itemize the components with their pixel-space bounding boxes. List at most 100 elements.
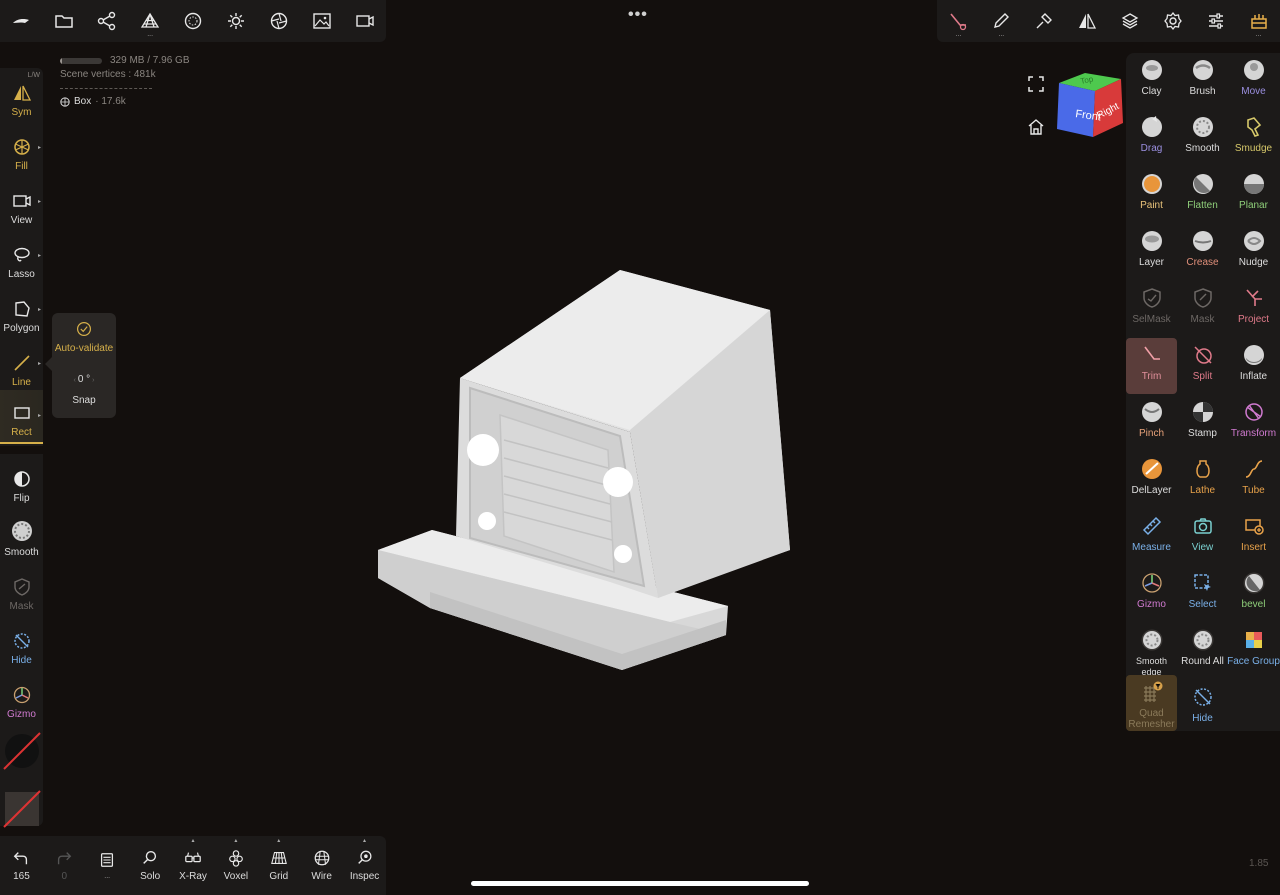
tool-drag[interactable]: Drag [1126, 110, 1177, 166]
tool-tube[interactable]: Tube [1228, 452, 1279, 508]
tool-selmask[interactable]: SelMask [1126, 281, 1177, 337]
xray-button[interactable]: ▴ X-Ray [172, 836, 215, 895]
tool-lathe[interactable]: Lathe [1177, 452, 1228, 508]
tool-flatten[interactable]: Flatten [1177, 167, 1228, 223]
tool-nudge[interactable]: Nudge [1228, 224, 1279, 280]
tool-trim[interactable]: Trim [1126, 338, 1177, 394]
tool-dellayer[interactable]: DelLayer [1126, 452, 1177, 508]
tool-crease[interactable]: Crease [1177, 224, 1228, 280]
flip-button[interactable]: Flip [0, 454, 43, 508]
sliders-button[interactable] [1194, 0, 1237, 42]
layers-button[interactable] [1109, 0, 1152, 42]
check-circle-icon[interactable] [76, 321, 92, 337]
tool-gizmo[interactable]: Gizmo [1126, 566, 1177, 622]
tool-measure[interactable]: Measure [1126, 509, 1177, 565]
hide-button[interactable]: Hide [0, 616, 43, 670]
camera-button[interactable] [343, 0, 386, 42]
tool-split[interactable]: Split [1177, 338, 1228, 394]
rect-button[interactable]: Rect ▸ [0, 390, 43, 444]
tool-smooth[interactable]: Smooth [1177, 110, 1228, 166]
more-options-icon[interactable]: ••• [628, 6, 648, 24]
interface-button[interactable]: ... [1237, 0, 1280, 42]
tool-quad-remesher[interactable]: Quad Remesher [1126, 675, 1177, 731]
fill-button[interactable]: Fill ▸ [0, 122, 43, 176]
material-button[interactable] [172, 0, 215, 42]
inspect-button[interactable]: ▴ Inspec [343, 836, 386, 895]
tool-pinch[interactable]: Pinch [1126, 395, 1177, 451]
polygon-button[interactable]: Polygon ▸ [0, 284, 43, 338]
auto-validate-label[interactable]: Auto-validate [55, 343, 113, 354]
light-button[interactable] [214, 0, 257, 42]
stroke-button[interactable] [1023, 0, 1066, 42]
lasso-button[interactable]: Lasso ▸ [0, 230, 43, 284]
tool-move[interactable]: Move [1228, 53, 1279, 109]
tool-planar[interactable]: Planar [1228, 167, 1279, 223]
solo-button[interactable]: Solo [129, 836, 172, 895]
mask-button[interactable]: Mask [0, 562, 43, 616]
layers-list-button[interactable]: ... [86, 836, 129, 895]
tool-brush[interactable]: Brush [1177, 53, 1228, 109]
symmetry-icon [1079, 13, 1097, 29]
color-swatch-button[interactable] [0, 724, 43, 778]
redo-button[interactable]: 0 [43, 836, 86, 895]
camera-icon [12, 195, 31, 207]
object-row[interactable]: Box · 17.6k [60, 95, 190, 109]
hide-icon [13, 633, 30, 649]
grid-button[interactable]: ▴ Grid [257, 836, 300, 895]
scene-button[interactable] [86, 0, 129, 42]
view-cube[interactable]: Front Right Top [1055, 71, 1125, 139]
line-button[interactable]: Line ▸ [0, 338, 43, 392]
tool-clay[interactable]: Clay [1126, 53, 1177, 109]
symmetry-button[interactable] [1066, 0, 1109, 42]
tool-bevel[interactable]: bevel [1228, 566, 1279, 622]
tool-project[interactable]: Project [1228, 281, 1279, 337]
layer-brush-icon [1141, 231, 1162, 251]
polygon-icon [14, 301, 30, 317]
tool-transform[interactable]: Transform [1228, 395, 1279, 451]
tool-smudge[interactable]: Smudge [1228, 110, 1279, 166]
file-button[interactable] [43, 0, 86, 42]
current-tool-button[interactable]: ... [937, 0, 980, 42]
gizmo-button[interactable]: Gizmo [0, 670, 43, 724]
tool-insert[interactable]: Insert [1228, 509, 1279, 565]
grid-up-icon: ▴ [277, 838, 281, 844]
pen-button[interactable]: ... [980, 0, 1023, 42]
material-swatch-button[interactable] [0, 782, 43, 836]
top-left-toolbar: ... [0, 0, 386, 42]
topology-button[interactable]: ... [129, 0, 172, 42]
sym-button[interactable]: L/W Sym [0, 68, 43, 122]
tool-round-all[interactable]: Round All [1177, 623, 1228, 679]
home-icon[interactable] [1026, 117, 1046, 137]
background-button[interactable] [300, 0, 343, 42]
tool-stamp[interactable]: Stamp [1177, 395, 1228, 451]
tool-layer[interactable]: Layer [1126, 224, 1177, 280]
mask-label: Mask [9, 601, 34, 612]
tool-paint[interactable]: Paint [1126, 167, 1177, 223]
stats-divider [60, 88, 152, 89]
tool-view[interactable]: View [1177, 509, 1228, 565]
undo-button[interactable]: 165 [0, 836, 43, 895]
smooth-label: Smooth [4, 547, 39, 558]
tool-inflate[interactable]: Inflate [1228, 338, 1279, 394]
gizmo-label: Gizmo [7, 709, 36, 720]
settings-button[interactable] [1151, 0, 1194, 42]
snap-angle-stepper[interactable]: ‹ 0 ° › [74, 374, 95, 385]
tool-hide[interactable]: Hide [1177, 680, 1228, 736]
fullscreen-icon[interactable] [1026, 74, 1046, 94]
tool-smooth-edge[interactable]: Smooth edge [1126, 623, 1177, 679]
nomad-logo-button[interactable] [0, 0, 43, 42]
tool-label: Hide [1192, 713, 1213, 724]
wire-button[interactable]: Wire [300, 836, 343, 895]
tool-mask[interactable]: Mask [1177, 281, 1228, 337]
voxel-button[interactable]: ▴ Voxel [214, 836, 257, 895]
box-mesh-model [378, 270, 790, 670]
snap-label: Snap [72, 395, 96, 406]
view-button[interactable]: View ▸ [0, 176, 43, 230]
shading-button[interactable] [257, 0, 300, 42]
chevron-right-icon[interactable]: › [90, 377, 94, 384]
tool-face-group[interactable]: Face Group [1227, 623, 1280, 679]
smooth-button[interactable]: Smooth [0, 508, 43, 562]
no-material-swatch-icon [2, 790, 41, 828]
home-indicator[interactable] [471, 881, 809, 886]
tool-select[interactable]: Select [1177, 566, 1228, 622]
